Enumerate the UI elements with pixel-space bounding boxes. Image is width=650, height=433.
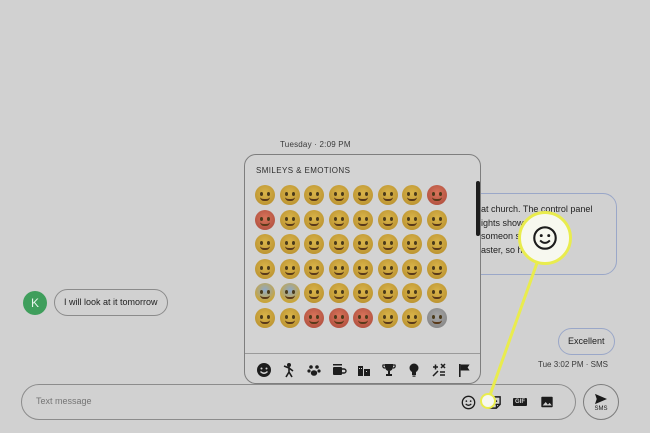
emoji-magnified-icon [533,226,557,250]
callout-dot [480,393,496,409]
callout-magnifier [518,211,572,265]
